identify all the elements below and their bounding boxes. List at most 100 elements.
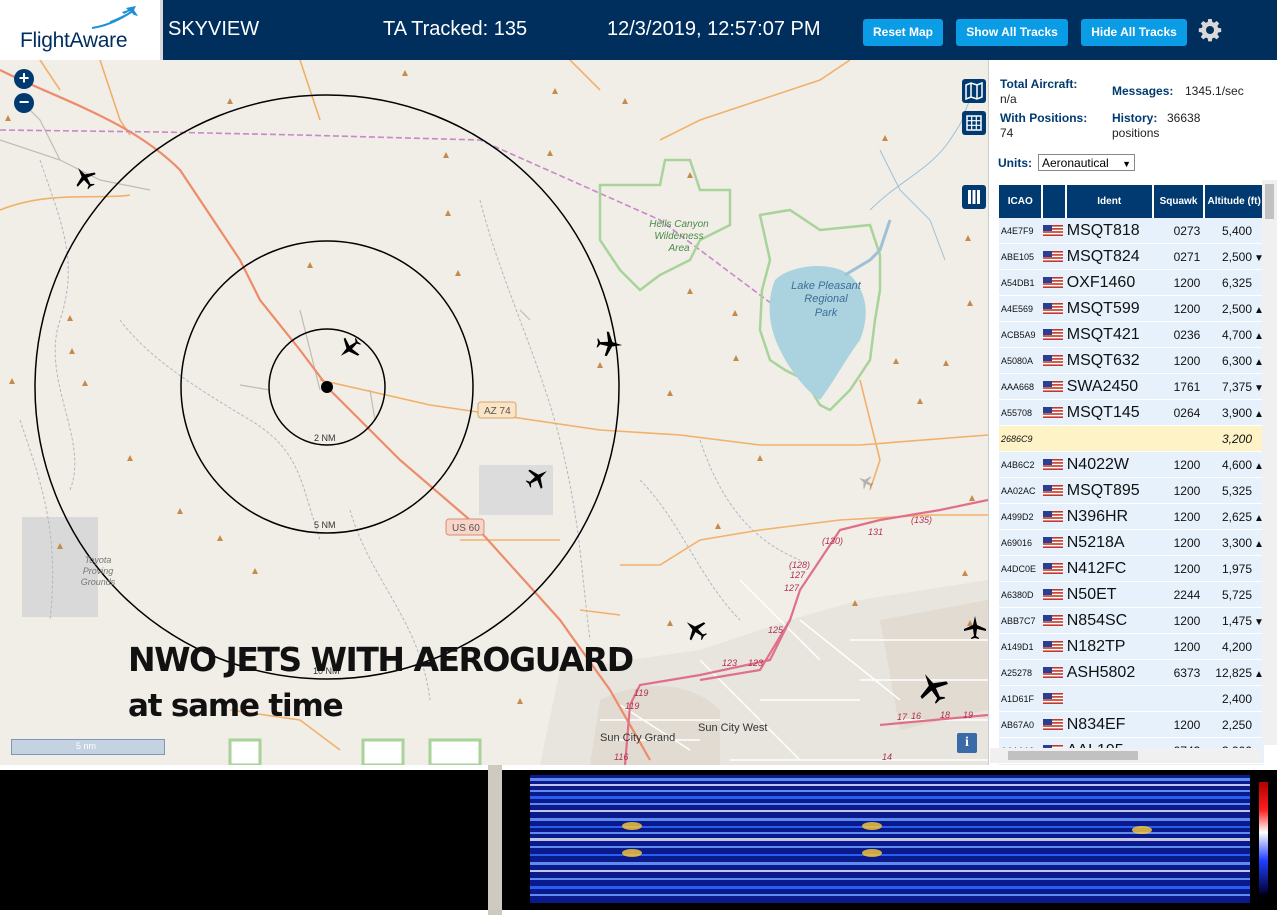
table-vertical-scrollbar[interactable] bbox=[1262, 180, 1277, 745]
altitude-value: 5,725 bbox=[1221, 587, 1252, 602]
column-header-squawk[interactable]: Squawk bbox=[1152, 185, 1206, 218]
road-number: 116 bbox=[614, 752, 628, 762]
total-aircraft-label: Total Aircraft: bbox=[1000, 77, 1078, 91]
table-row[interactable]: A4B6C2 N4022W 1200 4,600 ▲ bbox=[999, 451, 1264, 478]
aircraft-table: ICAO Ident Squawk Altitude (ft) A4E7F9 MS… bbox=[999, 185, 1265, 765]
messages-label: Messages: bbox=[1112, 84, 1174, 98]
road-number: 123 bbox=[722, 658, 737, 668]
flag-cell bbox=[1042, 451, 1066, 478]
flag-cell bbox=[1042, 581, 1066, 608]
altitude-cell: 2,500 ▼ bbox=[1204, 243, 1264, 270]
ident-cell: MSQT145 bbox=[1065, 399, 1153, 426]
map-icon bbox=[965, 81, 983, 101]
table-row[interactable]: A1D61F 2,400 bbox=[999, 685, 1264, 712]
column-header-icao[interactable]: ICAO bbox=[999, 185, 1044, 218]
aircraft-icon[interactable] bbox=[334, 333, 366, 365]
table-row[interactable]: A54DB1 OXF1460 1200 6,325 bbox=[999, 269, 1264, 296]
messages-value: 1345.1/sec bbox=[1185, 84, 1244, 98]
table-row[interactable]: A149D1 N182TP 1200 4,200 bbox=[999, 633, 1264, 660]
ident-cell: N396HR bbox=[1065, 503, 1153, 530]
hide-all-tracks-button[interactable]: Hide All Tracks bbox=[1081, 19, 1187, 46]
overlay-caption-line1: NWO JETS WITH AEROGUARD bbox=[128, 640, 634, 679]
color-scale-bar bbox=[1259, 782, 1268, 894]
table-row[interactable]: A5080A MSQT632 1200 6,300 ▲ bbox=[999, 347, 1264, 374]
settings-gear-icon[interactable] bbox=[1198, 18, 1222, 42]
aircraft-icon[interactable] bbox=[680, 614, 712, 646]
altitude-value: 1,475 bbox=[1221, 613, 1252, 628]
sun-city-grand-label: Sun City Grand bbox=[600, 732, 675, 744]
scrollbar-thumb[interactable] bbox=[1265, 184, 1274, 219]
zoom-out-button[interactable]: − bbox=[14, 93, 34, 113]
ident-cell bbox=[1065, 425, 1153, 452]
table-row[interactable]: A25278 ASH5802 6373 12,825 ▲ bbox=[999, 659, 1264, 686]
units-label: Units: bbox=[998, 156, 1032, 170]
table-row[interactable]: ABE105 MSQT824 0271 2,500 ▼ bbox=[999, 243, 1264, 270]
reset-map-button[interactable]: Reset Map bbox=[863, 19, 943, 46]
column-header-ident[interactable]: Ident bbox=[1065, 185, 1154, 218]
road-number: 131 bbox=[868, 527, 883, 537]
toyota-label: Proving bbox=[83, 566, 114, 576]
ident-cell: MSQT599 bbox=[1065, 295, 1153, 322]
map-scale-bar: 5 nm bbox=[11, 739, 165, 755]
altitude-cell: 12,825 ▲ bbox=[1204, 659, 1264, 686]
flag-cell bbox=[1042, 685, 1066, 712]
columns-icon bbox=[968, 190, 980, 204]
ident-cell: N50ET bbox=[1065, 581, 1153, 608]
aircraft-sidebar: Total Aircraft: n/a With Positions: 74 M… bbox=[988, 60, 1277, 765]
columns-toggle-button[interactable] bbox=[962, 185, 986, 209]
table-row[interactable]: A4E569 MSQT599 1200 2,500 ▲ bbox=[999, 295, 1264, 322]
squawk-cell bbox=[1152, 685, 1205, 712]
table-row[interactable]: A4E7F9 MSQT818 0273 5,400 bbox=[999, 218, 1264, 244]
squawk-cell: 0236 bbox=[1152, 321, 1205, 348]
table-row[interactable]: A69016 N5218A 1200 3,300 ▲ bbox=[999, 529, 1264, 556]
altitude-trend-icon: ▼ bbox=[1254, 616, 1264, 628]
zoom-in-button[interactable]: + bbox=[14, 69, 34, 89]
altitude-trend-icon: ▲ bbox=[1254, 330, 1264, 342]
altitude-cell: 7,375 ▼ bbox=[1204, 373, 1264, 400]
icao-cell: ABB7C7 bbox=[999, 607, 1043, 634]
road-number: 18 bbox=[940, 710, 950, 720]
squawk-cell: 1200 bbox=[1152, 529, 1205, 556]
table-row[interactable]: A4DC0E N412FC 1200 1,975 bbox=[999, 555, 1264, 582]
table-row[interactable]: A6380D N50ET 2244 5,725 bbox=[999, 581, 1264, 608]
toyota-label: Grounds bbox=[81, 577, 116, 587]
flag-cell bbox=[1042, 347, 1066, 374]
ring-label-2nm: 2 NM bbox=[314, 433, 336, 443]
altitude-cell: 4,200 bbox=[1204, 633, 1264, 660]
aircraft-icon[interactable] bbox=[596, 331, 623, 357]
units-select[interactable]: Aeronautical ▼ bbox=[1038, 154, 1135, 171]
table-row[interactable]: AB67A0 N834EF 1200 2,250 bbox=[999, 711, 1264, 738]
table-row[interactable]: A499D2 N396HR 1200 2,625 ▲ bbox=[999, 503, 1264, 530]
flightaware-logo[interactable]: FlightAware bbox=[0, 0, 163, 60]
altitude-cell: 6,325 bbox=[1204, 269, 1264, 296]
scrollbar-thumb[interactable] bbox=[1008, 751, 1138, 760]
table-row[interactable]: ACB5A9 MSQT421 0236 4,700 ▲ bbox=[999, 321, 1264, 348]
ident-cell: N412FC bbox=[1065, 555, 1153, 582]
panel-divider[interactable] bbox=[488, 765, 502, 915]
table-row[interactable]: A55708 MSQT145 0264 3,900 ▲ bbox=[999, 399, 1264, 426]
table-row[interactable]: AAA668 SWA2450 1761 7,375 ▼ bbox=[999, 373, 1264, 400]
lake-pleasant-label: Regional bbox=[804, 293, 848, 305]
us-flag-icon bbox=[1043, 302, 1064, 314]
table-row[interactable]: ABB7C7 N854SC 1200 1,475 ▼ bbox=[999, 607, 1264, 634]
table-row[interactable]: AA02AC MSQT895 1200 5,325 bbox=[999, 477, 1264, 504]
squawk-cell: 1200 bbox=[1152, 555, 1205, 582]
road-number: (130) bbox=[822, 536, 843, 546]
map-layers-button[interactable] bbox=[962, 79, 986, 103]
column-header-altitude[interactable]: Altitude (ft) bbox=[1204, 185, 1265, 218]
altitude-value: 4,700 bbox=[1221, 327, 1252, 342]
altitude-value: 7,375 bbox=[1221, 379, 1252, 394]
flag-cell bbox=[1042, 425, 1066, 452]
map-view[interactable]: 2 NM 5 NM 10 NM AZ 74 US 60 (135) 131 (1… bbox=[0, 60, 988, 765]
table-horizontal-scrollbar[interactable] bbox=[990, 748, 1262, 763]
info-button[interactable]: i bbox=[957, 733, 977, 753]
app-title: SKYVIEW bbox=[168, 18, 260, 40]
altitude-trend-icon: ▲ bbox=[1254, 538, 1264, 550]
waterfall-canvas bbox=[530, 775, 1268, 903]
squawk-cell: 0264 bbox=[1152, 399, 1205, 426]
grid-toggle-button[interactable] bbox=[962, 111, 986, 135]
table-row[interactable]: 2686C9 3,200 bbox=[999, 425, 1264, 452]
column-header-flag[interactable] bbox=[1042, 185, 1067, 218]
with-positions-label: With Positions: bbox=[1000, 111, 1088, 125]
show-all-tracks-button[interactable]: Show All Tracks bbox=[956, 19, 1068, 46]
